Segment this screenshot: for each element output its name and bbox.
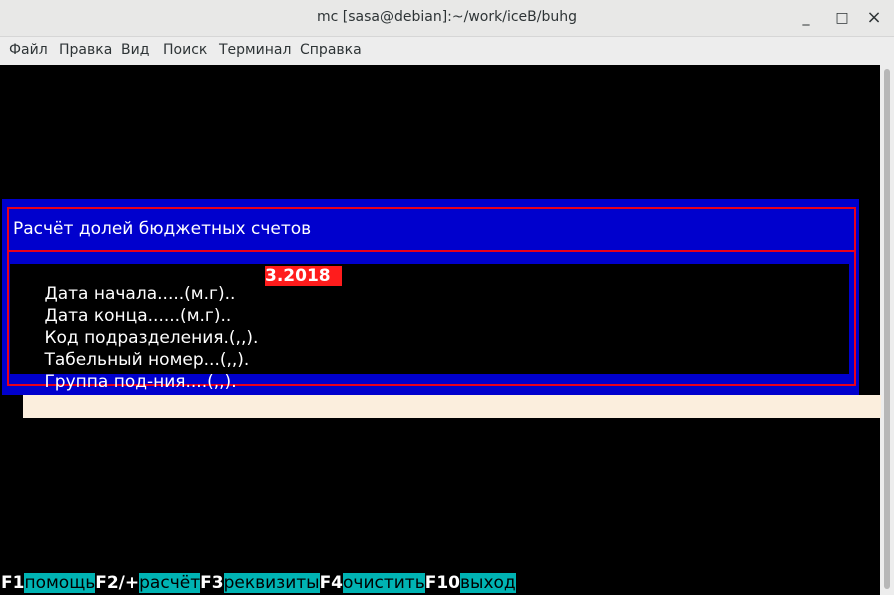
menu-view[interactable]: Вид (121, 42, 149, 58)
field-label: Группа под-ния....(,,). (44, 372, 237, 392)
close-icon[interactable]: × (864, 8, 884, 28)
fkey-f1[interactable]: F1 (1, 573, 24, 593)
menu-search[interactable]: Поиск (163, 42, 207, 58)
dialog-separator (7, 250, 854, 252)
function-key-bar: F1помощьF2/+расчётF3реквизитыF4очиститьF… (1, 573, 516, 595)
fkey-clear-label[interactable]: очистить (343, 573, 425, 593)
field-department-group[interactable]: Группа под-ния....(,,). (12, 352, 237, 412)
fkey-f4[interactable]: F4 (320, 573, 343, 593)
fkey-exit-label[interactable]: выход (460, 573, 516, 593)
start-date-input[interactable]: 3.2018 (265, 266, 342, 286)
maximize-icon[interactable]: □ (832, 8, 852, 28)
fkey-f10[interactable]: F10 (425, 573, 460, 593)
menu-file[interactable]: Файл (9, 42, 48, 58)
fkey-f3[interactable]: F3 (200, 573, 223, 593)
window-title: mc [sasa@debian]:~/work/iceB/buhg (317, 9, 577, 25)
dialog-title: Расчёт долей бюджетных счетов (13, 219, 312, 239)
terminal-scrollbar[interactable] (880, 65, 894, 595)
menu-help[interactable]: Справка (300, 42, 362, 58)
budget-accounts-dialog: Расчёт долей бюджетных счетов Дата начал… (2, 199, 859, 395)
fkey-f2[interactable]: F2/+ (95, 573, 139, 593)
scrollbar-thumb[interactable] (884, 69, 890, 589)
window-titlebar[interactable]: mc [sasa@debian]:~/work/iceB/buhg _ □ × (0, 0, 894, 37)
minimize-icon[interactable]: _ (796, 8, 816, 28)
fkey-calculate-label[interactable]: расчёт (139, 573, 201, 593)
menu-edit[interactable]: Правка (59, 42, 112, 58)
fkey-help-label[interactable]: помощь (24, 573, 96, 593)
menu-terminal[interactable]: Терминал (219, 42, 291, 58)
fkey-details-label[interactable]: реквизиты (223, 573, 320, 593)
menubar: Файл Правка Вид Поиск Терминал Справка (0, 37, 894, 65)
dialog-fields: Дата начала.....(м.г).. 3.2018 Дата конц… (10, 264, 849, 392)
